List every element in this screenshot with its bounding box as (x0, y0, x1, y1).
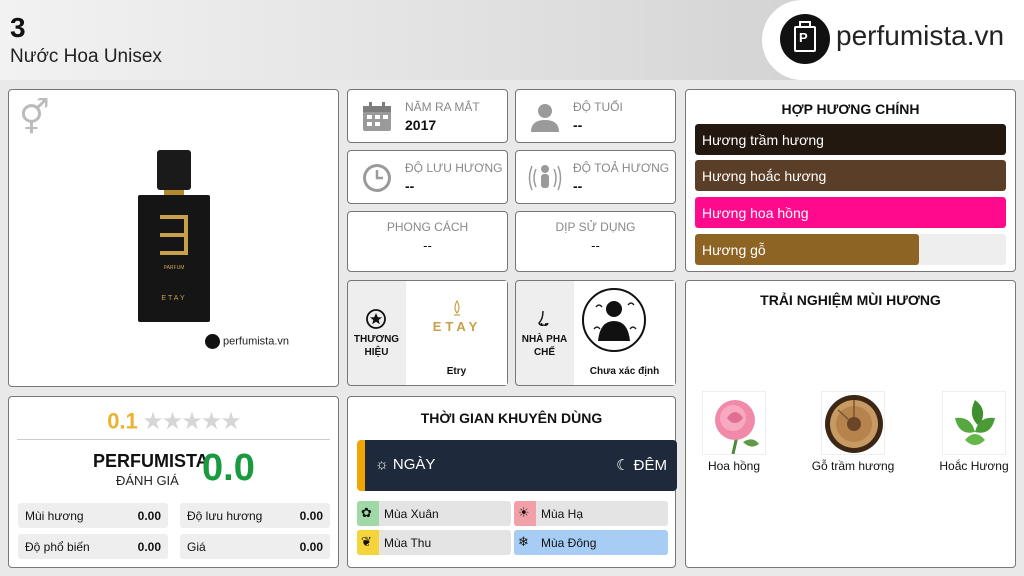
perfumer-name: Chưa xác định (589, 366, 660, 377)
rating-sublabel: ĐÁNH GIÁ (116, 473, 179, 488)
brand-name: Etry (446, 366, 467, 377)
section-title: HỢP HƯƠNG CHÍNH (781, 101, 920, 117)
recommended-time-card: THỜI GIAN KHUYÊN DÙNG ☼ NGÀY ☾ ĐÊM ✿ Mùa … (347, 396, 677, 568)
day-night-bar: ☼ NGÀY ☾ ĐÊM (357, 440, 677, 491)
clock-icon (363, 164, 391, 192)
occasion-tile: DỊP SỬ DỤNG -- (515, 211, 676, 272)
sun-icon: ☼ (375, 456, 389, 473)
perfumer-tile[interactable]: NHÀ PHA CHẾ Chưa xác định (515, 280, 676, 386)
metric-scent: Mùi hương 0.00 (18, 503, 168, 528)
metric-price: Giá 0.00 (180, 534, 330, 559)
patchouli-icon (942, 391, 1006, 455)
metric-longevity: Độ lưu hương 0.00 (180, 503, 330, 528)
divider (17, 439, 330, 440)
style-tile: PHONG CÁCH -- (347, 211, 508, 272)
user-icon (531, 104, 559, 132)
accord-label: Hương hoắc hương (702, 168, 827, 184)
star-badge-icon (366, 309, 386, 329)
scent-experience-card: TRẢI NGHIỆM MÙI HƯƠNG Hoa hồng Gỗ trầm h… (685, 280, 1016, 568)
accord-label: Hương gỗ (702, 242, 766, 258)
release-year-tile: NĂM RA MẮT 2017 (347, 89, 508, 143)
watermark: perfumista.vn (205, 334, 289, 349)
night-label: ☾ ĐÊM (616, 457, 667, 474)
season-summer: ☀ Mùa Hạ (514, 501, 668, 526)
calendar-icon (363, 102, 391, 131)
section-title: THỜI GIAN KHUYÊN DÙNG (420, 410, 603, 426)
nose-icon (538, 310, 549, 326)
brand-tile[interactable]: THƯƠNG HIỆU ETAY Etry (347, 280, 508, 386)
brand-logo-tab[interactable]: P perfumista.vn (762, 0, 1024, 80)
release-year-value: 2017 (405, 117, 437, 133)
note-item[interactable]: Hoa hồng (689, 391, 779, 474)
rating-card: 0.1 ★★★★★ PERFUMISTA ĐÁNH GIÁ 0.0 Mùi hư… (8, 396, 339, 568)
sun-icon: ☀ (518, 505, 530, 520)
season-winter: ❄ Mùa Đông (514, 530, 668, 555)
age-tile: ĐỘ TUỔI -- (515, 89, 676, 143)
section-title: TRẢI NGHIỆM MÙI HƯƠNG (760, 292, 941, 308)
accord-bar: Hương hoắc hương (695, 160, 1006, 191)
perfume-bottle-icon: P (780, 14, 830, 64)
category-subtitle: Nước Hoa Unisex (10, 46, 162, 67)
snowflake-icon: ❄ (518, 534, 529, 549)
perfumista-score: 0.0 (202, 447, 255, 489)
accord-bar: Hương hoa hồng (695, 197, 1006, 228)
metric-popularity: Độ phổ biến 0.00 (18, 534, 168, 559)
accord-label: Hương trầm hương (702, 132, 824, 148)
leaf-icon: ❦ (361, 534, 372, 549)
sillage-tile: ĐỘ TOẢ HƯƠNG -- (515, 150, 676, 204)
product-card: ⚥ PARFUM ETAY perfumista.vn (8, 89, 339, 387)
rank-number: 3 (10, 12, 26, 43)
main-accords-card: HỢP HƯƠNG CHÍNH Hương trầm hương Hương ho… (685, 89, 1016, 272)
accord-bar: Hương trầm hương (695, 124, 1006, 155)
svg-text:ETAY: ETAY (433, 319, 482, 334)
season-autumn: ❦ Mùa Thu (357, 530, 511, 555)
user-score: 0.1 (107, 408, 138, 434)
star-rating[interactable]: ★★★★★ (142, 408, 242, 435)
note-item[interactable]: Gỗ trầm hương (808, 391, 898, 474)
day-label: ☼ NGÀY (375, 456, 436, 473)
agarwood-icon (821, 391, 885, 455)
accord-bar: Hương gỗ (695, 234, 1006, 265)
perfumista-label: PERFUMISTA (93, 451, 209, 471)
flower-icon: ✿ (361, 505, 372, 520)
rose-icon (702, 391, 766, 455)
perfume-bottle-icon (205, 334, 220, 349)
scent-radiating-icon (528, 165, 562, 191)
product-image: PARFUM ETAY (138, 150, 210, 322)
male-female-icon: ⚥ (19, 99, 50, 137)
brand-site-name: perfumista.vn (836, 20, 1005, 51)
longevity-tile: ĐỘ LƯU HƯƠNG -- (347, 150, 508, 204)
accord-label: Hương hoa hồng (702, 205, 809, 221)
moon-icon: ☾ (616, 457, 630, 474)
note-item[interactable]: Hoắc Hương (929, 391, 1019, 474)
header: 3 Nước Hoa Unisex P perfumista.vn (0, 0, 1024, 80)
season-spring: ✿ Mùa Xuân (357, 501, 511, 526)
